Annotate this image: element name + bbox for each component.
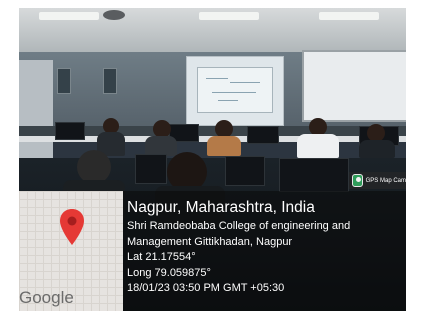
ceiling-light	[199, 12, 259, 20]
location-info-panel: Nagpur, Maharashtra, India Shri Ramdeoba…	[123, 191, 406, 311]
wall-poster	[103, 68, 117, 94]
monitor	[55, 122, 85, 140]
location-pin-icon	[60, 209, 84, 245]
gps-map-cam-badge: GPS Map Cam	[349, 172, 406, 189]
ceiling-fan	[103, 10, 125, 20]
location-title: Nagpur, Maharashtra, India	[127, 199, 315, 216]
gps-map-camera-icon	[352, 174, 363, 187]
google-logo: Google	[19, 288, 74, 307]
ceiling-light	[39, 12, 99, 20]
address-line: Shri Ramdeobaba College of engineering a…	[127, 220, 351, 232]
address-line: Management Gittikhadan, Nagpur	[127, 235, 293, 248]
monitor	[247, 126, 279, 144]
person	[77, 150, 111, 184]
whiteboard	[302, 50, 406, 122]
person	[207, 136, 241, 156]
photo-frame: GPS Map Cam Google Nagpur, Maharashtra, …	[19, 8, 406, 311]
window	[19, 60, 53, 160]
person	[297, 134, 339, 158]
timestamp: 18/01/23 03:50 PM GMT +05:30	[127, 282, 285, 294]
person	[359, 140, 395, 158]
monitor	[225, 156, 265, 186]
projector-screen	[186, 56, 284, 126]
gps-badge-label: GPS Map Cam	[365, 177, 406, 184]
monitor	[279, 158, 349, 192]
wall-poster	[57, 68, 71, 94]
latitude: Lat 21.17554°	[127, 251, 196, 263]
monitor	[135, 154, 167, 184]
projected-slide	[197, 67, 273, 113]
ceiling-light	[319, 12, 379, 20]
map-thumbnail: Google	[19, 191, 123, 311]
person	[145, 136, 177, 156]
longitude: Long 79.059875°	[127, 266, 211, 279]
